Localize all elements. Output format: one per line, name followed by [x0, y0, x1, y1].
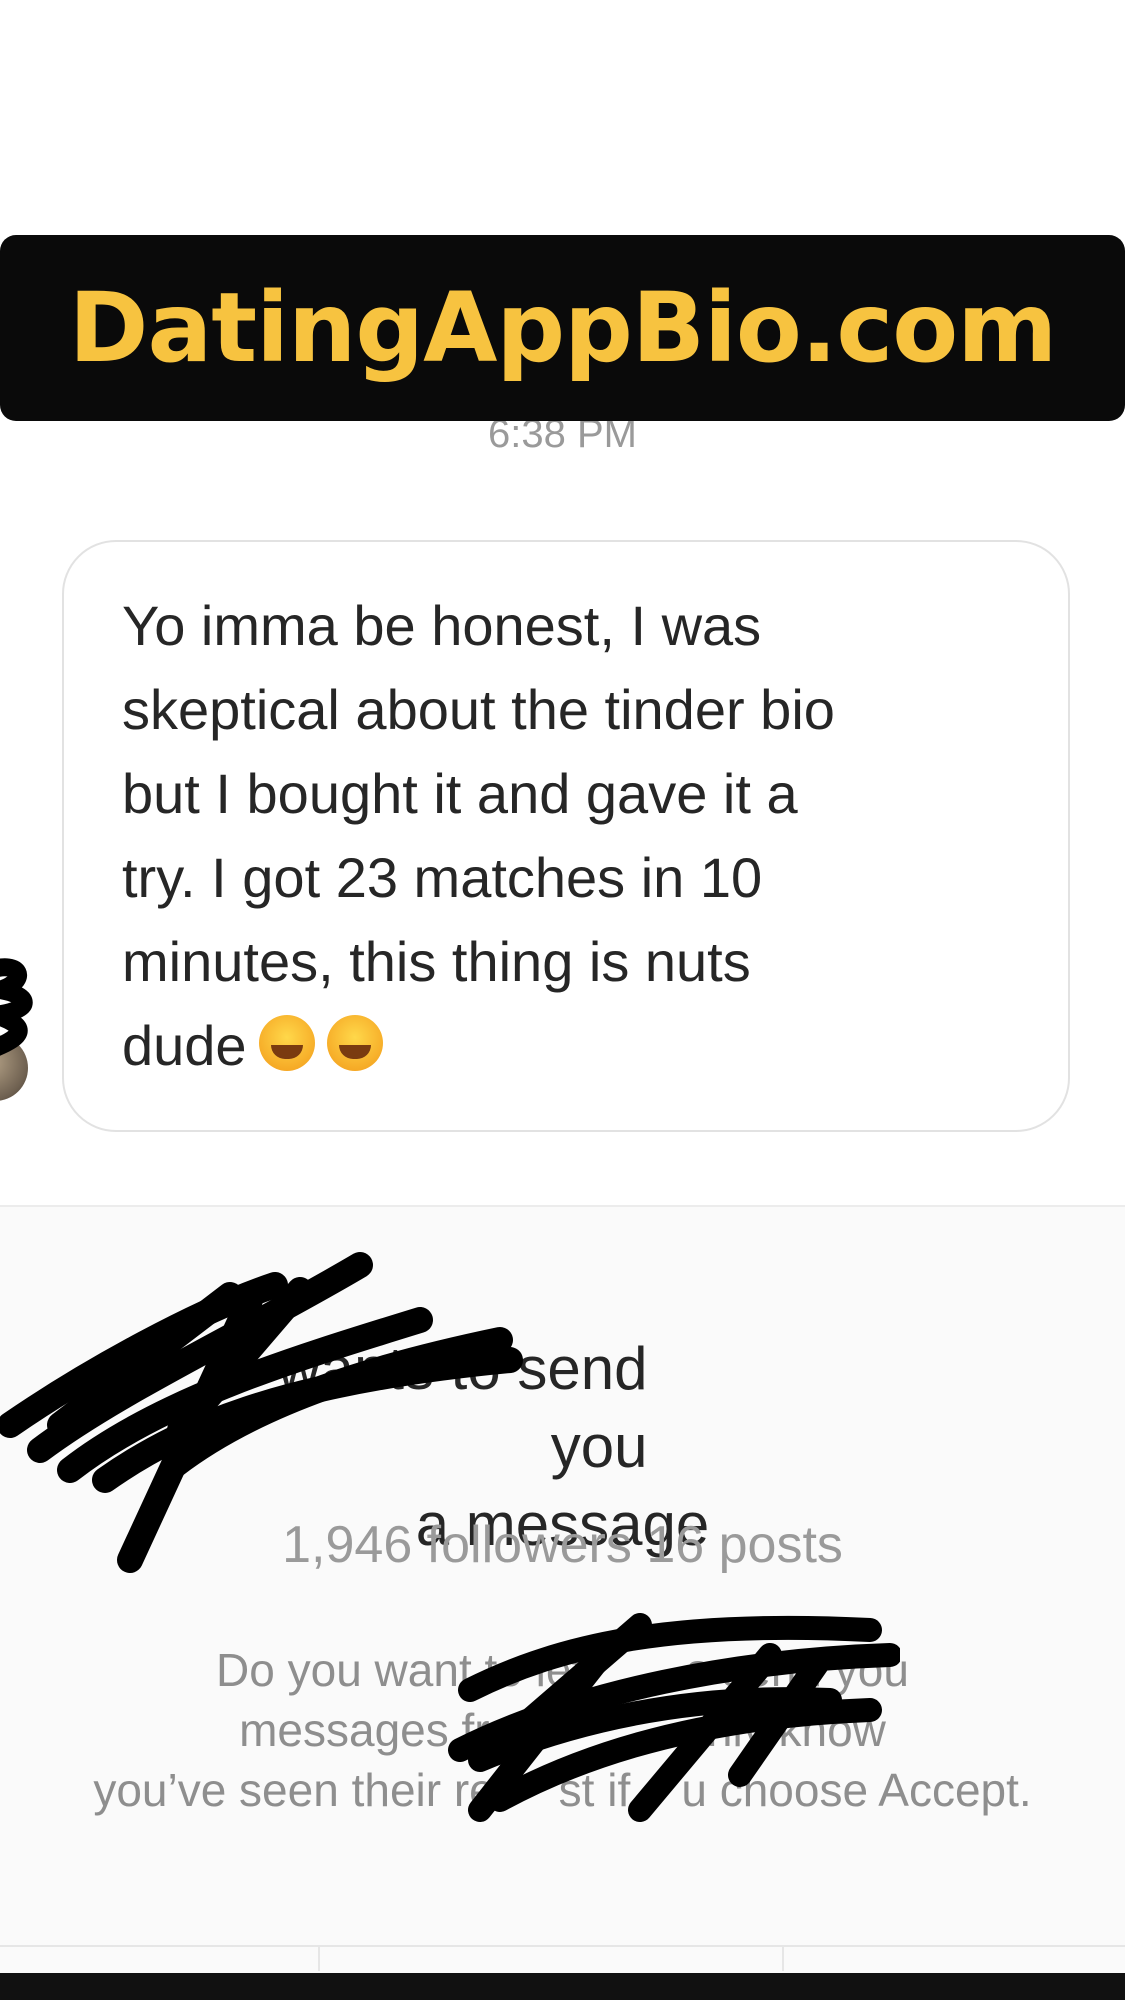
scribble-redaction-avatar	[0, 958, 33, 1056]
action-divider	[318, 1947, 320, 1971]
laughing-emoji-icon	[258, 1015, 315, 1071]
watermark-banner: DatingAppBio.com	[0, 235, 1125, 421]
request-action-bar	[0, 1945, 1125, 1975]
message-bubble[interactable]: Yo imma be honest, I was skeptical about…	[62, 540, 1070, 1132]
bottom-bar	[0, 1973, 1125, 2000]
message-body: Yo imma be honest, I was skeptical about…	[122, 594, 835, 1077]
message-text: Yo imma be honest, I was skeptical about…	[122, 584, 1008, 1088]
banner-text: DatingAppBio.com	[68, 272, 1057, 384]
action-divider	[782, 1947, 784, 1971]
laughing-emoji-icon	[326, 1015, 383, 1071]
scribble-redaction-username-2	[448, 1613, 900, 1822]
scribble-redaction-username	[0, 1252, 523, 1573]
